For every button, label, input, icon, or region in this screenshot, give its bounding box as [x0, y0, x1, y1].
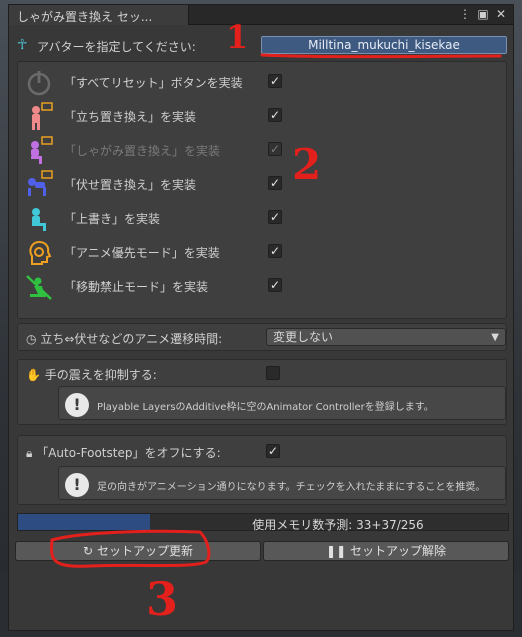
feature-group: 「すべてリセット」ボタンを実装 ✓ 「立ち置き換え」を実装 ✓ 「しゃがみ置き換…	[17, 61, 507, 319]
feature-row-override: 「上書き」を実装 ✓	[20, 202, 506, 234]
annotation-2: 2	[292, 140, 322, 189]
memory-progress-text: 使用メモリ数予測: 33+37/256	[252, 518, 424, 532]
head-gear-icon	[29, 240, 52, 265]
editor-window: しゃがみ置き換え セッ... ⋮ ▣ ✕ ☥ アバターを指定してください: Mi…	[8, 4, 514, 631]
standing-figure-icon	[32, 102, 53, 130]
refresh-icon: ↻	[83, 544, 94, 558]
no-move-icon	[26, 275, 52, 300]
pause-icon: ❚❚	[326, 544, 347, 558]
feature-row-prone: 「伏せ置き換え」を実装 ✓	[20, 168, 506, 200]
avatar-row: ☥ アバターを指定してください: Milltina_mukuchi_kiseka…	[15, 35, 509, 55]
info-icon: !	[65, 393, 89, 417]
feature-checkbox[interactable]: ✓	[268, 210, 282, 224]
setup-update-button[interactable]: ↻ セットアップ更新	[15, 541, 261, 561]
tremor-section: ✋ 手の震えを抑制する: ! Playable LayersのAdditive枠…	[17, 359, 507, 425]
feature-label: 「しゃがみ置き換え」を実装	[64, 144, 221, 158]
maximize-icon[interactable]: ▣	[477, 7, 489, 21]
feature-checkbox: ✓	[268, 142, 282, 156]
more-icon[interactable]: ⋮	[459, 7, 471, 21]
feature-row-stand: 「立ち置き換え」を実装 ✓	[20, 100, 506, 132]
feature-checkbox[interactable]: ✓	[268, 176, 282, 190]
hand-icon: ✋	[26, 368, 41, 382]
tremor-label: ✋ 手の震えを抑制する:	[26, 368, 157, 382]
feature-row-reset: 「すべてリセット」ボタンを実装 ✓	[20, 66, 506, 98]
avatar-field[interactable]: Milltina_mukuchi_kisekae	[261, 36, 507, 54]
title-bar: しゃがみ置き換え セッ... ⋮ ▣ ✕	[9, 5, 513, 25]
feature-checkbox[interactable]: ✓	[268, 244, 282, 258]
crouching-figure-icon	[31, 136, 53, 164]
transition-label: ◷ 立ち⇔伏せなどのアニメ遷移時間:	[26, 332, 223, 346]
feature-label: 「アニメ優先モード」を実装	[64, 246, 220, 260]
footstep-help-box: ! 足の向きがアニメーション通りになります。チェックを入れたままにすることを推奨…	[58, 466, 506, 500]
clock-icon: ◷	[26, 332, 37, 346]
annotation-1: 1	[226, 18, 249, 56]
setup-remove-button[interactable]: ❚❚ セットアップ解除	[263, 541, 509, 561]
feature-row-anime-priority: 「アニメ優先モード」を実装 ✓	[20, 236, 506, 268]
memory-progress-bar: 使用メモリ数予測: 33+37/256	[17, 513, 509, 532]
feature-row-crouch: 「しゃがみ置き換え」を実装 ✓	[20, 134, 506, 166]
feature-checkbox[interactable]: ✓	[268, 74, 282, 88]
annotation-3: 3	[146, 572, 179, 626]
footstep-section: 🔒︎ 「Auto-Footstep」をオフにする: ✓ ! 足の向きがアニメーシ…	[17, 435, 507, 505]
sitting-figure-icon	[32, 208, 46, 231]
feature-label: 「立ち置き換え」を実装	[64, 110, 197, 124]
window-tab[interactable]: しゃがみ置き換え セッ...	[9, 5, 189, 25]
avatar-icon: ☥	[17, 37, 28, 53]
feature-checkbox[interactable]: ✓	[268, 108, 282, 122]
avatar-label: アバターを指定してください:	[37, 40, 196, 54]
close-icon[interactable]: ✕	[495, 7, 507, 21]
feature-label: 「伏せ置き換え」を実装	[64, 178, 197, 192]
prone-figure-icon	[28, 170, 53, 196]
footstep-label: 🔒︎ 「Auto-Footstep」をオフにする:	[26, 446, 221, 460]
power-icon	[27, 71, 51, 96]
transition-dropdown[interactable]: 変更しない ▼	[266, 328, 506, 346]
feature-label: 「移動禁止モード」を実装	[64, 280, 209, 294]
transition-section: ◷ 立ち⇔伏せなどのアニメ遷移時間: 変更しない ▼	[17, 323, 507, 351]
titlebar-controls: ⋮ ▣ ✕	[459, 7, 507, 21]
tremor-help-box: ! Playable LayersのAdditive枠に空のAnimator C…	[58, 386, 506, 420]
tremor-help-text: Playable LayersのAdditive枠に空のAnimator Con…	[97, 402, 434, 413]
footstep-help-text: 足の向きがアニメーション通りになります。チェックを入れたままにすることを推奨。	[97, 482, 486, 493]
footstep-checkbox[interactable]: ✓	[266, 444, 280, 458]
info-icon: !	[65, 473, 89, 497]
tremor-checkbox[interactable]	[266, 366, 280, 380]
feature-checkbox[interactable]: ✓	[268, 278, 282, 292]
feature-label: 「すべてリセット」ボタンを実装	[64, 76, 243, 90]
lock-icon: 🔒︎	[26, 446, 33, 460]
feature-label: 「上書き」を実装	[64, 212, 161, 226]
feature-row-no-move: 「移動禁止モード」を実装 ✓	[20, 270, 506, 302]
chevron-down-icon: ▼	[491, 332, 499, 343]
